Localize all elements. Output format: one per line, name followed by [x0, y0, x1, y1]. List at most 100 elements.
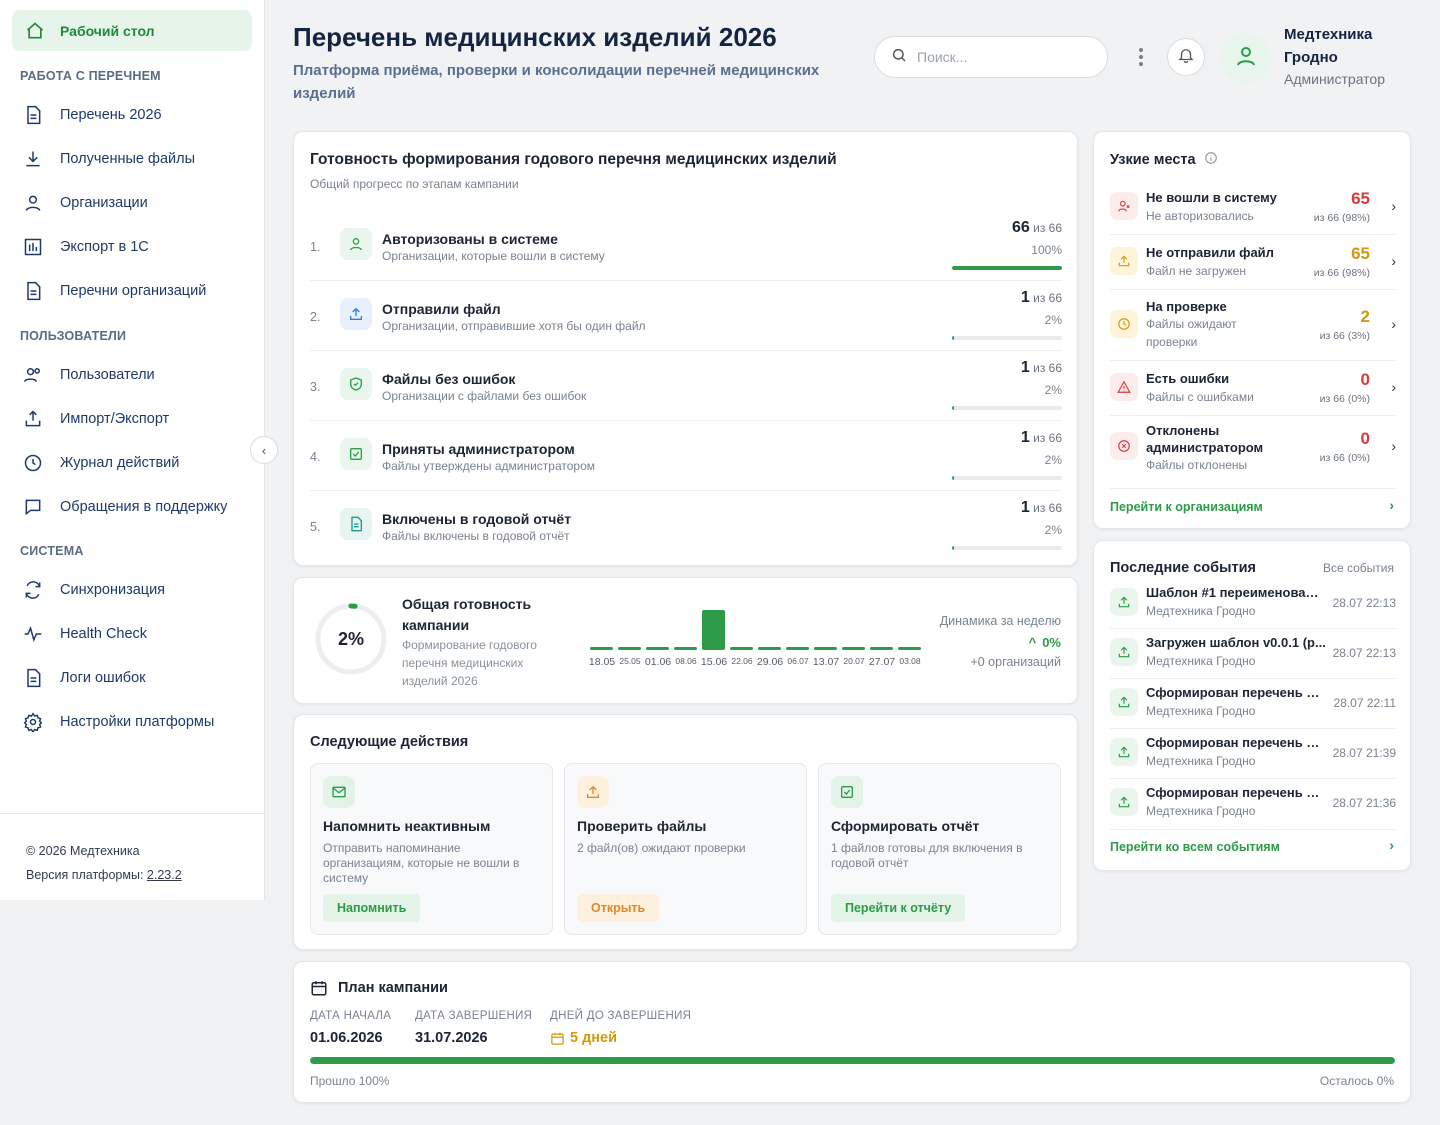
- document-icon: [22, 667, 44, 689]
- document-icon: [22, 280, 44, 302]
- notifications-button[interactable]: [1167, 38, 1205, 76]
- version-label: Версия платформы:: [26, 868, 144, 882]
- stage-row[interactable]: 1. Авторизованы в системе Организации, к…: [310, 210, 1062, 280]
- stage-row[interactable]: 5. Включены в годовой отчёт Файлы включе…: [310, 490, 1062, 560]
- overall-title: Общая готовность кампании: [402, 596, 532, 633]
- stage-name: Включены в годовой отчёт: [382, 511, 572, 527]
- event-item[interactable]: Сформирован перечень дл... Медтехника Гр…: [1110, 679, 1396, 729]
- dynamics-label: Динамика за неделю: [939, 614, 1061, 628]
- action-desc: Отправить напоминание организациям, кото…: [323, 841, 520, 885]
- card-title: Узкие места: [1110, 151, 1218, 169]
- nav-item-label: Логи ошибок: [60, 670, 146, 686]
- user-role: Администратор: [1284, 71, 1386, 87]
- go-to-report-button[interactable]: Перейти к отчёту: [831, 894, 966, 922]
- event-name: Шаблон #1 переименован: ...: [1146, 585, 1326, 600]
- chart-x-label: 13.07: [812, 656, 840, 668]
- copyright: © 2026 Медтехника: [26, 844, 140, 858]
- stage-row[interactable]: 3. Файлы без ошибок Организации с файлам…: [310, 350, 1062, 420]
- start-date: 01.06.2026: [310, 1030, 383, 1046]
- nav-item-action-log[interactable]: Журнал действий: [22, 450, 179, 476]
- stage-desc: Организации, которые вошли в систему: [382, 249, 605, 263]
- stage-name: Файлы без ошибок: [382, 371, 516, 387]
- event-item[interactable]: Загружен шаблон v0.0.1 (р... Медтехника …: [1110, 629, 1396, 679]
- action-name: Сформировать отчёт: [831, 818, 980, 834]
- chart-bars-icon: [22, 236, 44, 258]
- nav-item-label: Настройки платформы: [60, 714, 215, 730]
- nav-item-support[interactable]: Обращения в поддержку: [22, 494, 227, 520]
- days-left: 5 дней: [550, 1030, 617, 1046]
- nav-item-org-lists[interactable]: Перечни организаций: [22, 278, 206, 304]
- stage-row[interactable]: 4. Приняты администратором Файлы утвержд…: [310, 420, 1062, 490]
- chevron-right-icon[interactable]: ›: [1389, 837, 1394, 853]
- stage-percent: 2%: [1044, 453, 1062, 467]
- nav-section-title: ПОЛЬЗОВАТЕЛИ: [20, 329, 127, 343]
- avatar[interactable]: [1221, 33, 1271, 83]
- bottleneck-item[interactable]: На проверке Файлы ожидают проверки 2 из …: [1110, 290, 1396, 360]
- stage-desc: Файлы включены в годовой отчёт: [382, 529, 570, 543]
- nav-item-sync[interactable]: Синхронизация: [22, 577, 165, 603]
- bottleneck-item[interactable]: Есть ошибки Файлы с ошибками 0 из 66 (0%…: [1110, 361, 1396, 415]
- action-desc: 1 файлов готовы для включения в годовой …: [831, 841, 1023, 870]
- stage-desc: Организации, отправившие хотя бы один фа…: [382, 319, 646, 333]
- event-item[interactable]: Сформирован перечень дл... Медтехника Гр…: [1110, 729, 1396, 779]
- card-title: Последние события: [1110, 560, 1256, 576]
- chevron-right-icon[interactable]: ›: [1389, 497, 1394, 513]
- stage-count-value: 1: [1020, 289, 1030, 306]
- event-item[interactable]: Шаблон #1 переименован: ... Медтехника Г…: [1110, 579, 1396, 629]
- import-export-icon: [22, 408, 44, 430]
- nav-item-export-1c[interactable]: Экспорт в 1С: [22, 234, 149, 260]
- nav-item-label: Рабочий стол: [60, 22, 155, 39]
- stage-count: 1 из 66: [1021, 499, 1062, 517]
- nav-item-settings[interactable]: Настройки платформы: [22, 709, 214, 735]
- event-time: 28.07 21:39: [1332, 746, 1396, 760]
- go-to-organizations-link[interactable]: Перейти к организациям: [1110, 500, 1263, 514]
- chart-bar: [730, 647, 753, 650]
- nav-item-organizations[interactable]: Организации: [22, 190, 148, 216]
- version-link[interactable]: 2.23.2: [147, 868, 182, 882]
- nav-item-received-files[interactable]: Полученные файлы: [22, 146, 195, 172]
- search-icon: [891, 47, 907, 68]
- nav-item-users[interactable]: Пользователи: [22, 362, 155, 388]
- action-name: Напомнить неактивным: [323, 818, 491, 834]
- event-name: Загружен шаблон v0.0.1 (р...: [1146, 635, 1326, 650]
- collapse-sidebar-button[interactable]: ‹: [250, 436, 278, 464]
- more-menu-icon[interactable]: [1133, 46, 1149, 68]
- nav-item-error-logs[interactable]: Логи ошибок: [22, 665, 146, 691]
- search-input[interactable]: [917, 49, 1087, 65]
- chart-x-label: 06.07: [787, 656, 809, 666]
- stage-row[interactable]: 2. Отправили файл Организации, отправивш…: [310, 280, 1062, 350]
- divider: [1110, 488, 1396, 489]
- remind-button[interactable]: Напомнить: [323, 894, 421, 922]
- upload-icon: [1110, 788, 1138, 816]
- campaign-progress-fill: [310, 1057, 1395, 1064]
- open-button[interactable]: Открыть: [577, 894, 660, 922]
- nav-item-list-2026[interactable]: Перечень 2026: [22, 102, 162, 128]
- bottleneck-item[interactable]: Не вошли в систему Не авторизовались 65 …: [1110, 180, 1396, 234]
- event-item[interactable]: Сформирован перечень дл... Медтехника Гр…: [1110, 779, 1396, 829]
- user-name: Медтехника Гродно: [1284, 26, 1373, 66]
- info-icon[interactable]: [1204, 151, 1218, 169]
- readiness-ring-value: 2%: [337, 628, 364, 649]
- bottleneck-desc: Файл не загружен: [1146, 264, 1247, 278]
- chevron-right-icon: ›: [1391, 438, 1396, 454]
- nav-item-label: Пользователи: [60, 367, 155, 383]
- go-to-all-events-link[interactable]: Перейти ко всем событиям: [1110, 840, 1280, 854]
- stage-progress-bar: [952, 336, 1062, 340]
- chart-x-label: 22.06: [731, 656, 753, 666]
- nav-item-import-export[interactable]: Импорт/Экспорт: [22, 406, 169, 432]
- chart-bar: [702, 610, 725, 650]
- bottleneck-item[interactable]: Не отправили файл Файл не загружен 65 из…: [1110, 235, 1396, 289]
- bottleneck-total: из 66 (0%): [1319, 452, 1370, 464]
- bottleneck-total: из 66 (0%): [1319, 393, 1370, 405]
- bottleneck-item[interactable]: Отклонены администратором Файлы отклонен…: [1110, 416, 1396, 488]
- event-org: Медтехника Гродно: [1146, 804, 1256, 818]
- nav-item-health-check[interactable]: Health Check: [22, 621, 147, 647]
- user-x-icon: [1110, 192, 1138, 220]
- clock-icon: [22, 452, 44, 474]
- overall-readiness-card: 2% Общая готовность кампании Формировани…: [293, 577, 1078, 704]
- search-box[interactable]: [874, 36, 1108, 78]
- user-check-icon: [340, 228, 372, 260]
- nav-item-dashboard[interactable]: Рабочий стол: [12, 10, 252, 51]
- all-events-link[interactable]: Все события: [1323, 561, 1394, 575]
- bottleneck-total: из 66 (98%): [1313, 212, 1370, 224]
